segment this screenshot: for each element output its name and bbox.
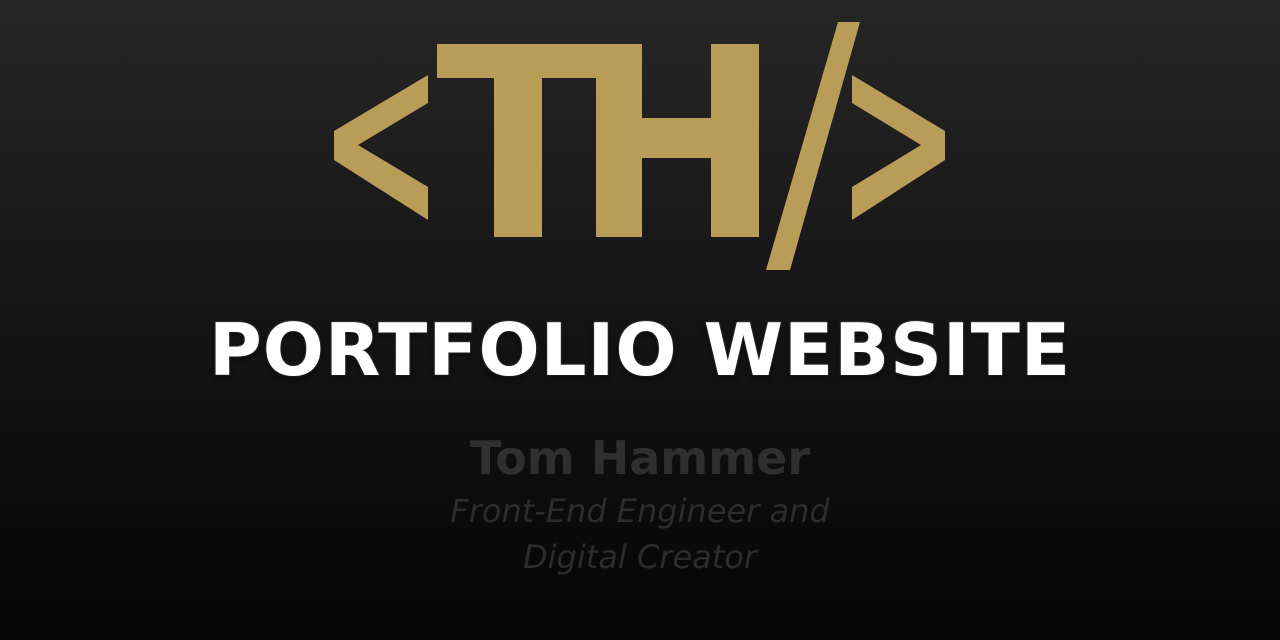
banner: PORTFOLIO WEBSITE Tom Hammer Front-End E…: [0, 0, 1280, 640]
th-logo-icon: [334, 22, 945, 270]
page-title: PORTFOLIO WEBSITE: [208, 308, 1072, 392]
letter-t-icon: [437, 44, 598, 237]
tagline-line-1: Front-End Engineer and: [450, 492, 830, 530]
author-name: Tom Hammer: [469, 431, 811, 485]
right-bracket-icon: [852, 75, 945, 220]
tagline: Front-End Engineer and Digital Creator: [0, 488, 1280, 580]
tagline-line-2: Digital Creator: [522, 538, 758, 576]
left-bracket-icon: [334, 75, 428, 220]
letter-h-icon: [596, 44, 759, 237]
slash-icon: [766, 22, 860, 270]
